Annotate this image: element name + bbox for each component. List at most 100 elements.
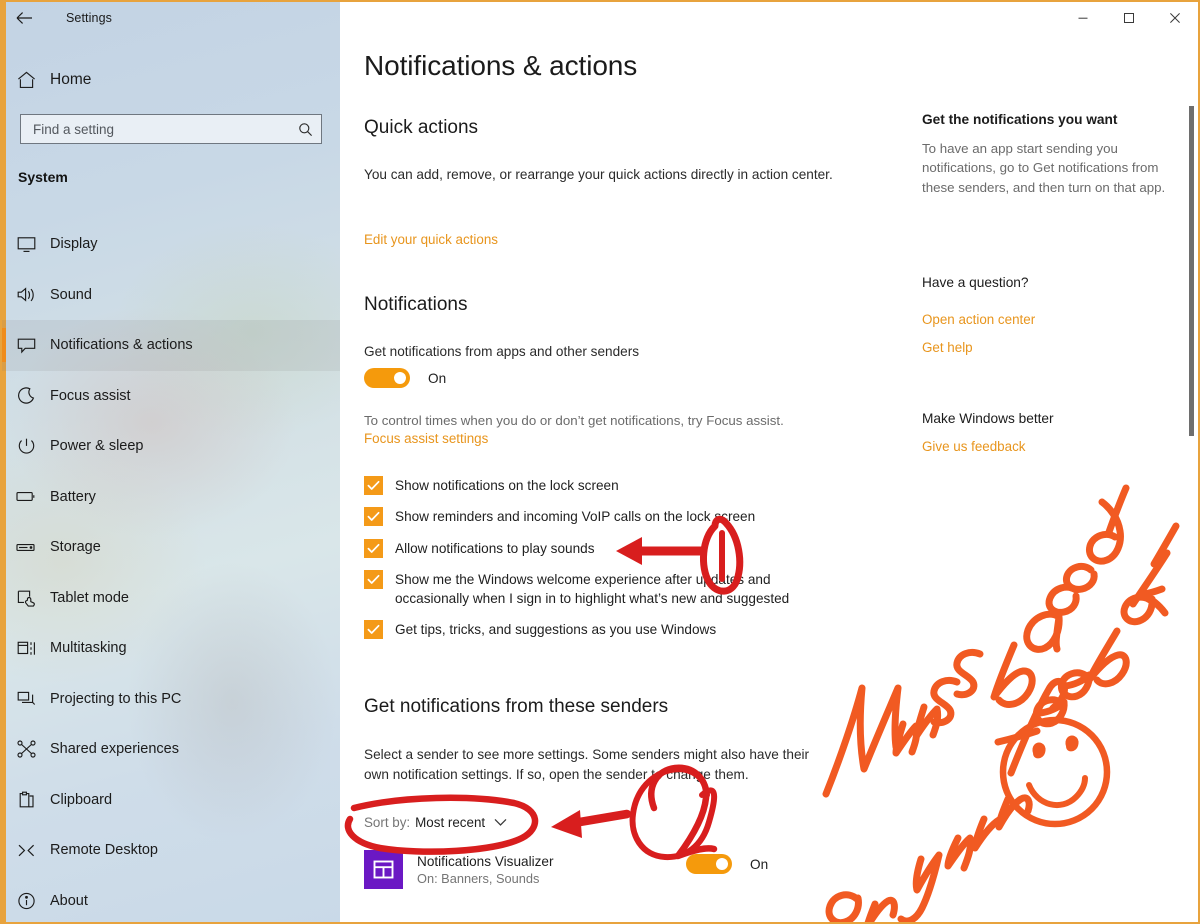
search-container bbox=[20, 114, 322, 144]
drive-icon bbox=[2, 541, 50, 554]
monitor-icon bbox=[2, 236, 50, 253]
master-notifications-toggle[interactable] bbox=[364, 368, 410, 388]
sidebar-item-home[interactable]: Home bbox=[2, 63, 340, 97]
page-title: Notifications & actions bbox=[364, 50, 638, 81]
checkbox-checked-icon[interactable] bbox=[364, 507, 383, 527]
sidebar-group-label: System bbox=[18, 169, 68, 185]
sidebar-item-power-sleep[interactable]: Power & sleep bbox=[2, 421, 340, 472]
edit-quick-actions-link[interactable]: Edit your quick actions bbox=[364, 232, 498, 247]
checkbox-checked-icon[interactable] bbox=[364, 620, 383, 640]
sender-list-item[interactable]: Notifications Visualizer On: Banners, So… bbox=[364, 850, 864, 889]
checkbox-checked-icon[interactable] bbox=[364, 538, 383, 558]
sidebar-item-shared-experiences[interactable]: Shared experiences bbox=[2, 724, 340, 775]
sidebar-item-remote-desktop[interactable]: Remote Desktop bbox=[2, 825, 340, 876]
sidebar-item-sound[interactable]: Sound bbox=[2, 270, 340, 321]
notification-checkbox-row[interactable]: Get tips, tricks, and suggestions as you… bbox=[364, 619, 844, 640]
help-section2-heading: Have a question? bbox=[922, 275, 1029, 290]
master-toggle-row: On bbox=[364, 368, 446, 388]
search-input[interactable] bbox=[33, 121, 298, 137]
notification-checkbox-list: Show notifications on the lock screen Sho… bbox=[364, 475, 844, 640]
quick-actions-description: You can add, remove, or rearrange your q… bbox=[364, 167, 833, 182]
sidebar-item-label: About bbox=[50, 892, 88, 909]
sidebar-item-multitasking[interactable]: Multitasking bbox=[2, 623, 340, 674]
quick-actions-heading: Quick actions bbox=[364, 117, 479, 138]
sidebar-item-tablet-mode[interactable]: Tablet mode bbox=[2, 573, 340, 624]
maximize-button[interactable] bbox=[1106, 2, 1152, 34]
master-toggle-state: On bbox=[428, 370, 447, 386]
app-tile-icon[interactable] bbox=[364, 850, 403, 889]
focus-assist-hint: To control times when you do or don’t ge… bbox=[364, 413, 784, 428]
sidebar-item-label: Remote Desktop bbox=[50, 842, 158, 859]
sender-status: On: Banners, Sounds bbox=[417, 870, 540, 886]
master-toggle-label: Get notifications from apps and other se… bbox=[364, 344, 640, 359]
sender-toggle-state: On bbox=[750, 856, 769, 872]
give-us-feedback-link[interactable]: Give us feedback bbox=[922, 439, 1025, 454]
open-action-center-link[interactable]: Open action center bbox=[922, 312, 1035, 327]
sidebar-item-label: Shared experiences bbox=[50, 741, 179, 758]
get-help-link[interactable]: Get help bbox=[922, 340, 973, 355]
window-controls bbox=[1060, 2, 1198, 34]
sidebar-item-label: Multitasking bbox=[50, 640, 127, 657]
vertical-scrollbar[interactable] bbox=[1186, 34, 1196, 922]
sidebar-item-clipboard[interactable]: Clipboard bbox=[2, 775, 340, 826]
sidebar-item-list: Display Sound Notifications & actions Focus… bbox=[2, 219, 340, 923]
sidebar-item-label: Focus assist bbox=[50, 387, 131, 404]
sidebar-item-about[interactable]: About bbox=[2, 876, 340, 923]
sidebar-item-label: Power & sleep bbox=[50, 438, 144, 455]
scrollbar-thumb[interactable] bbox=[1189, 106, 1194, 436]
minimize-button[interactable] bbox=[1060, 2, 1106, 34]
checkbox-checked-icon[interactable] bbox=[364, 569, 383, 589]
battery-icon bbox=[2, 490, 50, 503]
focus-assist-settings-link[interactable]: Focus assist settings bbox=[364, 431, 488, 446]
checkbox-checked-icon[interactable] bbox=[364, 476, 383, 495]
info-circle-icon bbox=[2, 892, 50, 910]
notification-checkbox-row[interactable]: Show reminders and incoming VoIP calls o… bbox=[364, 506, 844, 527]
settings-window: Settings Home System Displa bbox=[0, 0, 1200, 924]
sidebar-item-label: Display bbox=[50, 236, 98, 253]
home-icon bbox=[2, 71, 50, 89]
sender-text-block: Notifications Visualizer On: Banners, So… bbox=[417, 854, 554, 886]
clipboard-icon bbox=[2, 791, 50, 809]
sidebar-item-focus-assist[interactable]: Focus assist bbox=[2, 371, 340, 422]
speaker-icon bbox=[2, 286, 50, 303]
chevron-down-icon[interactable] bbox=[494, 818, 507, 827]
search-icon[interactable] bbox=[298, 122, 313, 137]
tablet-hand-icon bbox=[2, 589, 50, 607]
sender-name: Notifications Visualizer bbox=[417, 853, 554, 869]
app-title: Settings bbox=[66, 11, 112, 25]
sidebar-item-label: Projecting to this PC bbox=[50, 690, 182, 707]
notification-checkbox-row[interactable]: Show notifications on the lock screen bbox=[364, 475, 844, 495]
checkbox-label: Get tips, tricks, and suggestions as you… bbox=[395, 622, 717, 638]
remote-desktop-icon bbox=[2, 842, 50, 859]
notification-checkbox-row[interactable]: Allow notifications to play sounds bbox=[364, 538, 844, 558]
navigation-pane: Settings Home System Displa bbox=[2, 2, 340, 923]
power-icon bbox=[2, 437, 50, 455]
sidebar-item-projecting-to-this-pc[interactable]: Projecting to this PC bbox=[2, 674, 340, 725]
search-box[interactable] bbox=[20, 114, 322, 144]
sidebar-item-home-label: Home bbox=[50, 71, 92, 88]
sidebar-item-label: Notifications & actions bbox=[50, 337, 193, 354]
checkbox-label: Allow notifications to play sounds bbox=[395, 540, 595, 556]
sidebar-item-label: Tablet mode bbox=[50, 589, 129, 606]
sidebar-item-storage[interactable]: Storage bbox=[2, 522, 340, 573]
notifications-heading: Notifications bbox=[364, 294, 468, 315]
project-screen-icon bbox=[2, 690, 50, 707]
sidebar-item-label: Storage bbox=[50, 539, 101, 556]
sender-notifications-toggle[interactable] bbox=[686, 854, 732, 874]
back-arrow-icon[interactable] bbox=[2, 2, 46, 34]
notification-checkbox-row[interactable]: Show me the Windows welcome experience a… bbox=[364, 569, 844, 609]
checkbox-label: Show reminders and incoming VoIP calls o… bbox=[395, 509, 756, 525]
close-button[interactable] bbox=[1152, 2, 1198, 34]
sort-by-dropdown[interactable]: Sort by: Most recent bbox=[364, 815, 507, 830]
sidebar-item-battery[interactable]: Battery bbox=[2, 472, 340, 523]
sidebar-item-display[interactable]: Display bbox=[2, 219, 340, 270]
sidebar-item-notifications-actions[interactable]: Notifications & actions bbox=[2, 320, 340, 371]
share-nodes-icon bbox=[2, 740, 50, 758]
senders-description: Select a sender to see more settings. So… bbox=[364, 747, 810, 782]
checkbox-label: Show me the Windows welcome experience a… bbox=[395, 571, 790, 607]
help-section3-heading: Make Windows better bbox=[922, 411, 1054, 426]
titlebar: Settings bbox=[2, 2, 340, 34]
content-pane: Notifications & actions Quick actions Yo… bbox=[340, 2, 1198, 922]
sender-toggle-row: On bbox=[686, 854, 768, 874]
senders-heading: Get notifications from these senders bbox=[364, 696, 669, 717]
